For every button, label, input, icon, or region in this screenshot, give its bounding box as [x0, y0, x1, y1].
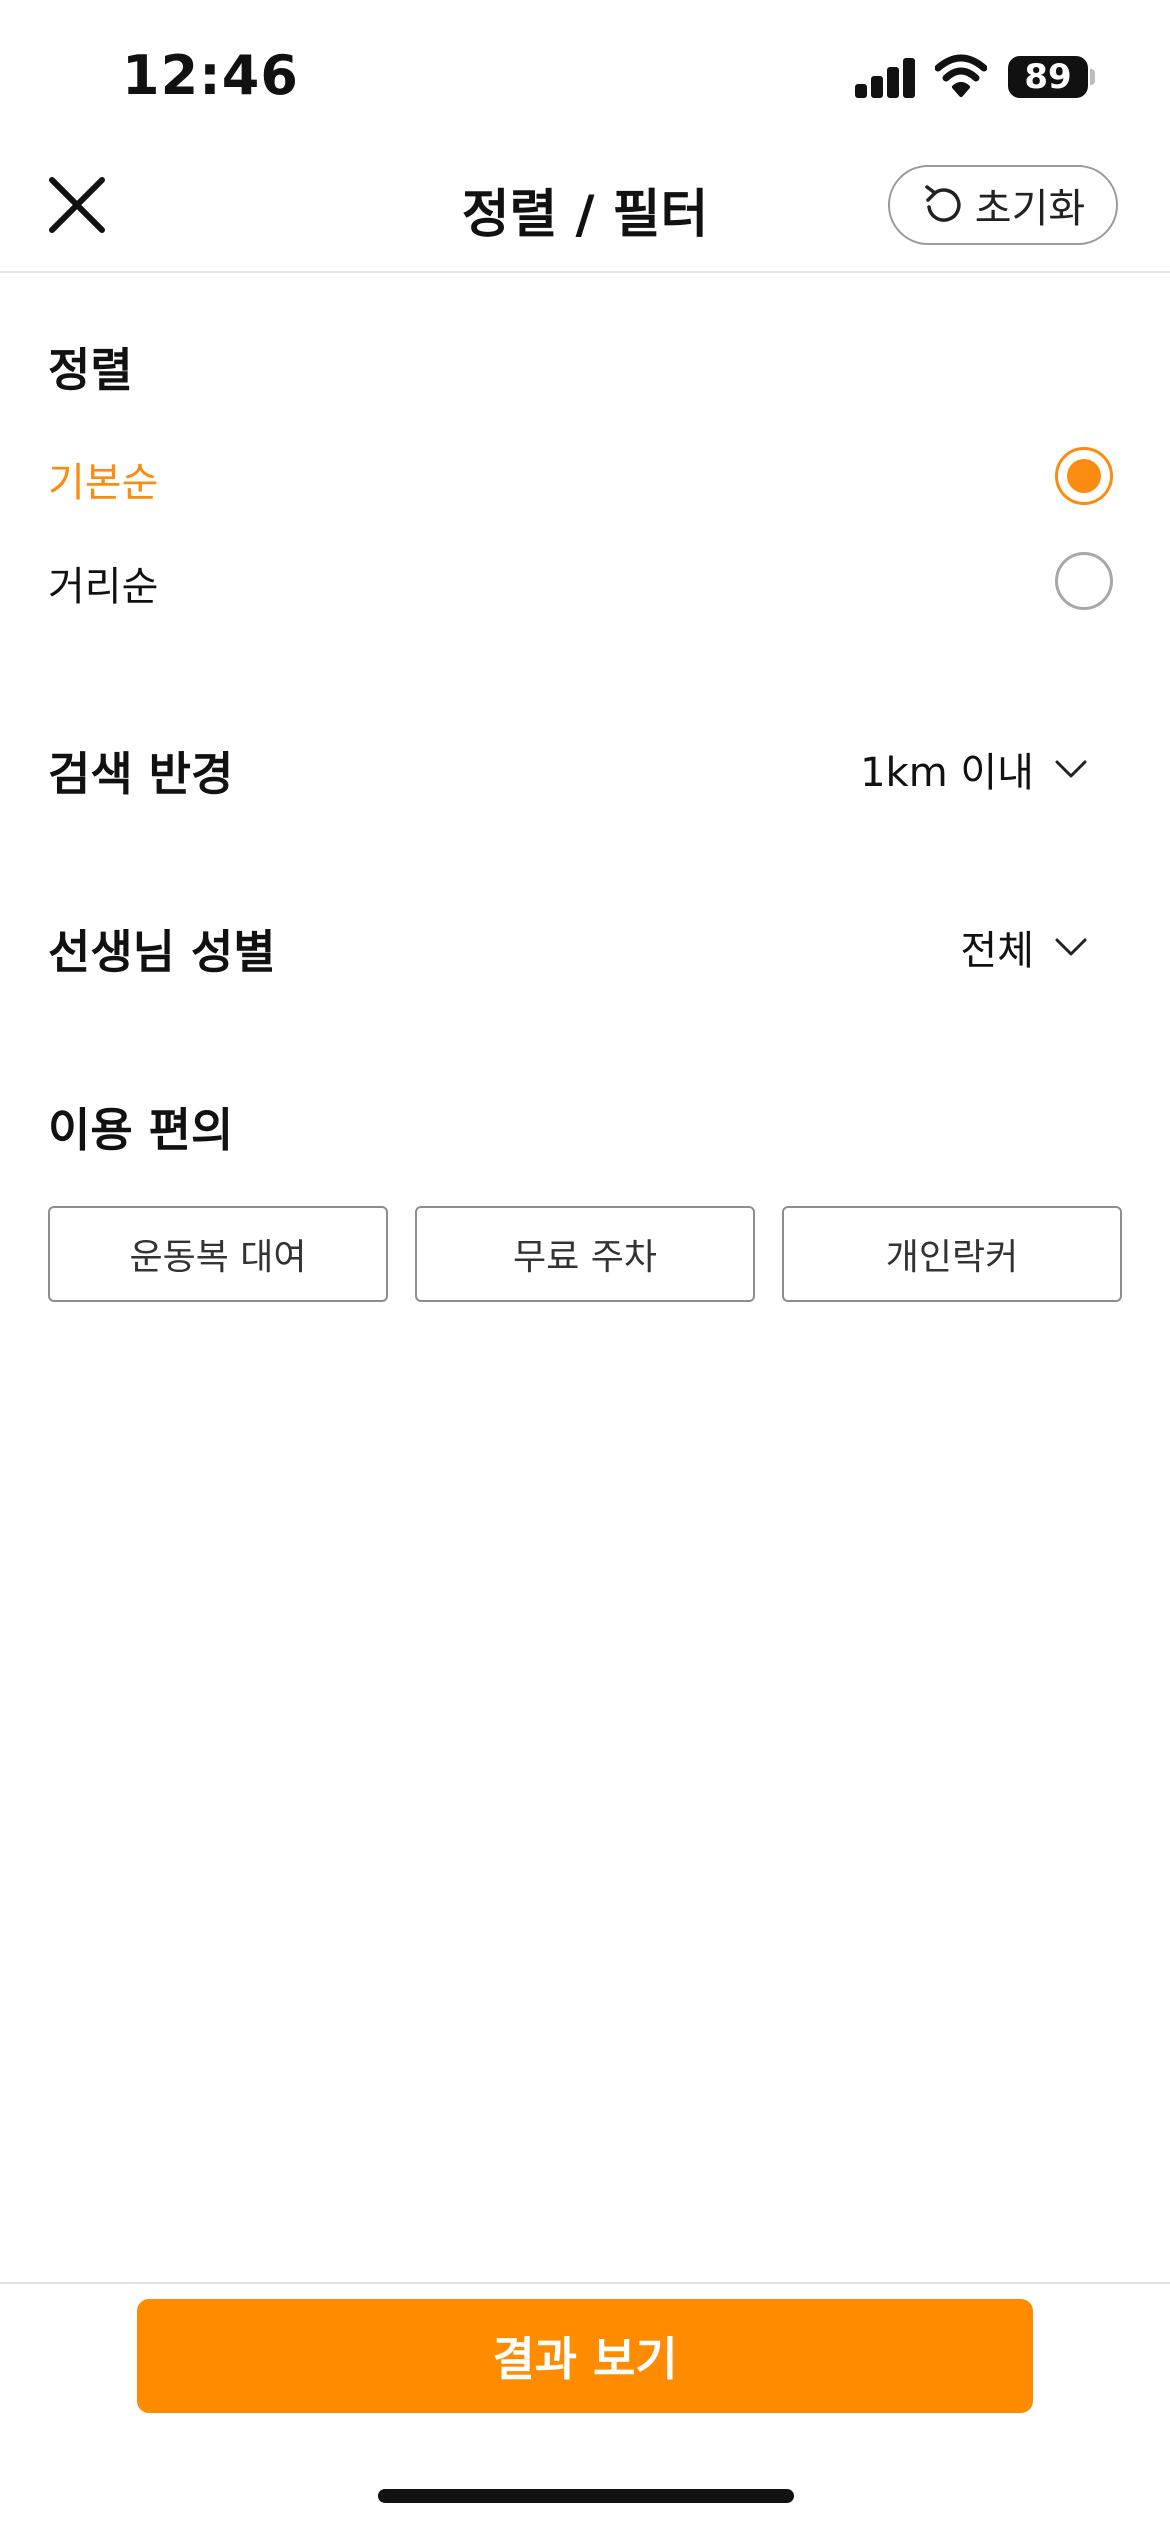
gender-section-title: 선생님 성별 — [48, 925, 276, 979]
radius-section-title: 검색 반경 — [48, 747, 234, 801]
cellular-signal-icon — [855, 58, 917, 98]
reset-label: 초기화 — [974, 186, 1086, 232]
sort-section-title: 정렬 — [48, 343, 133, 397]
sort-option-default-label[interactable]: 기본순 — [48, 450, 158, 508]
battery-level: 89 — [1024, 57, 1072, 97]
sort-option-default-radio[interactable] — [1055, 447, 1113, 505]
sort-option-distance-radio[interactable] — [1055, 552, 1113, 610]
header-divider — [0, 271, 1170, 273]
radius-select[interactable]: 1km 이내 — [860, 740, 1088, 798]
chevron-down-icon — [1055, 760, 1087, 778]
amenity-chip-sportswear[interactable]: 운동복 대여 — [48, 1206, 388, 1302]
battery-cap — [1090, 69, 1095, 85]
show-results-button[interactable]: 결과 보기 — [137, 2299, 1033, 2413]
amenities-section-title: 이용 편의 — [48, 1103, 234, 1157]
amenity-chip-locker[interactable]: 개인락커 — [782, 1206, 1122, 1302]
chevron-down-icon — [1055, 938, 1087, 956]
wifi-icon — [935, 54, 987, 97]
radius-value: 1km 이내 — [860, 750, 1034, 796]
gender-select[interactable]: 전체 — [960, 918, 1088, 976]
amenity-chip-parking[interactable]: 무료 주차 — [415, 1206, 755, 1302]
reset-button[interactable]: 초기화 — [888, 165, 1118, 245]
refresh-icon — [925, 185, 961, 222]
home-indicator — [378, 2489, 794, 2503]
battery-icon: 89 — [1008, 56, 1088, 98]
status-time: 12:46 — [122, 44, 299, 107]
gender-value: 전체 — [960, 928, 1034, 974]
footer-divider — [0, 2282, 1170, 2284]
sort-option-distance-label[interactable]: 거리순 — [48, 554, 158, 612]
